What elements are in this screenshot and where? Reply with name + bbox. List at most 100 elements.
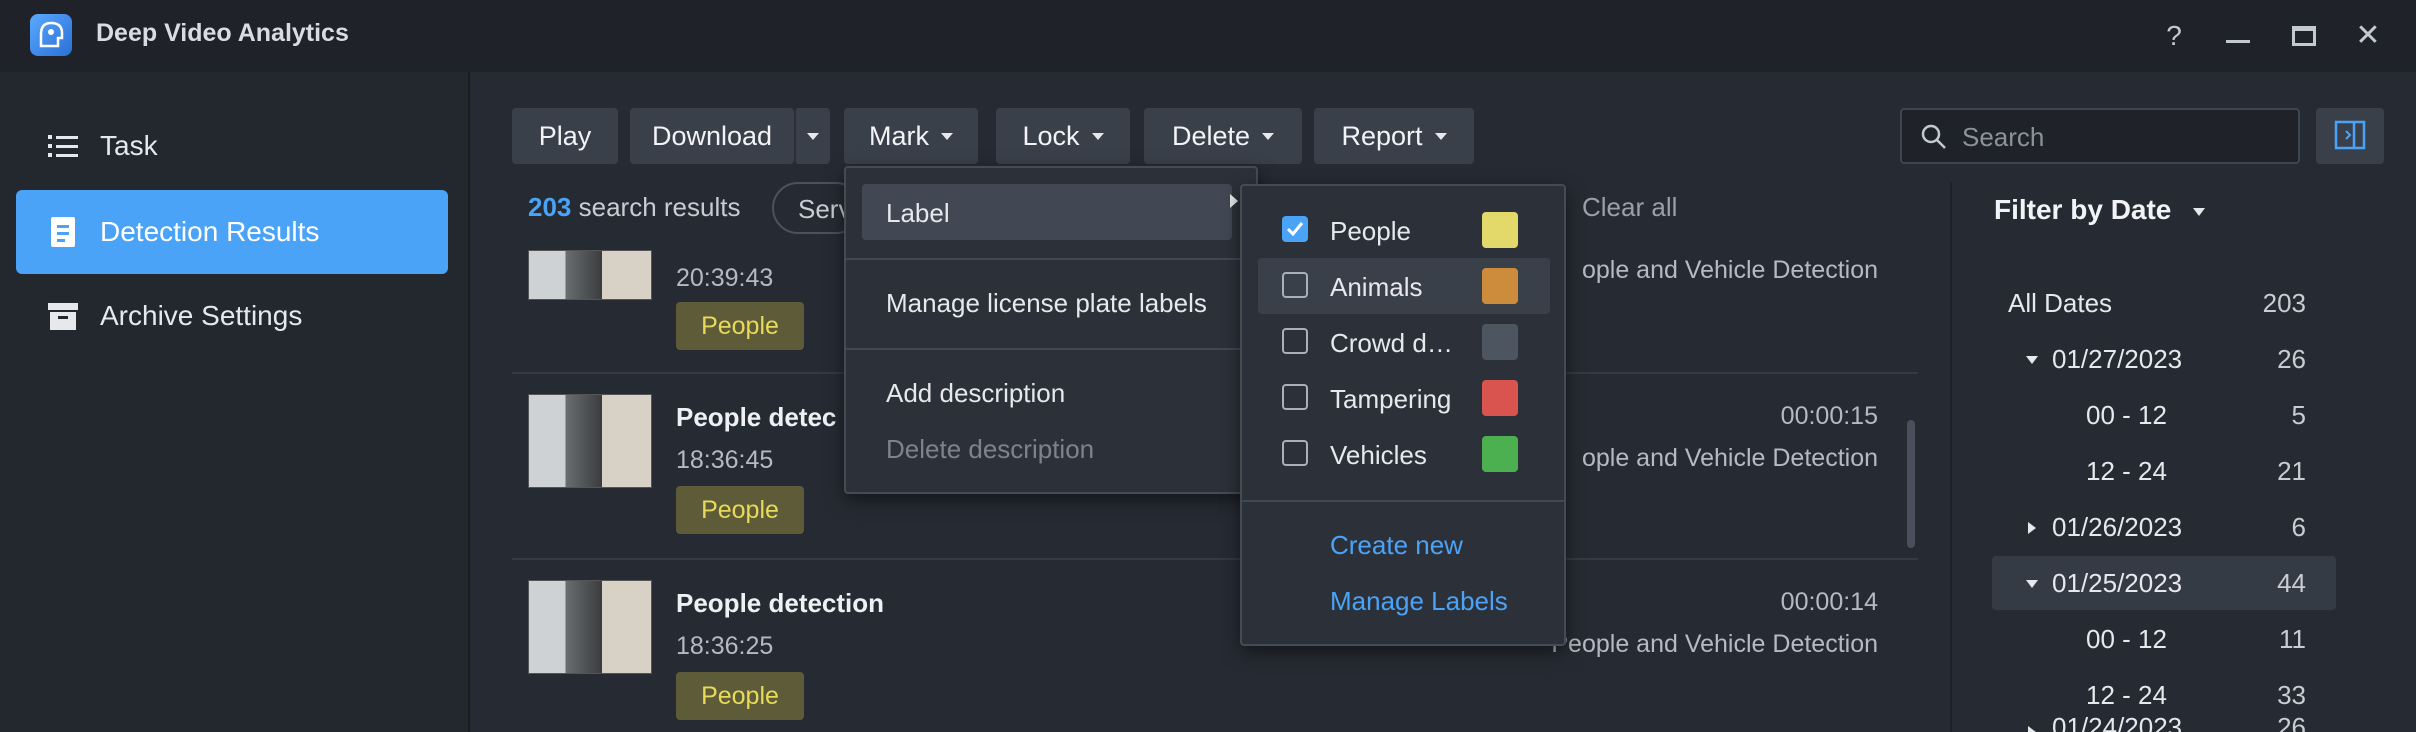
report-button[interactable]: Report — [1314, 108, 1474, 164]
list-item[interactable]: People detection 18:36:25 People 00:00:1… — [512, 560, 1918, 732]
date-label: 12 - 24 — [2086, 680, 2167, 710]
date-label: 00 - 12 — [2086, 624, 2167, 654]
label-color-swatch — [1482, 324, 1518, 360]
event-title: People detec — [676, 402, 837, 432]
label-tag: People — [676, 302, 804, 350]
minimize-icon[interactable] — [2216, 14, 2260, 58]
menu-item-delete-description: Delete description — [886, 434, 1095, 464]
video-thumbnail — [528, 394, 652, 488]
filter-title[interactable]: Filter by Date — [1994, 194, 2206, 226]
maximize-icon[interactable] — [2282, 14, 2326, 58]
menu-divider — [846, 348, 1256, 350]
date-row[interactable]: 01/24/2023 26 — [1992, 712, 2336, 732]
label-color-swatch — [1482, 436, 1518, 472]
list-icon — [46, 129, 80, 163]
search-icon — [1920, 123, 1948, 156]
delete-button[interactable]: Delete — [1144, 108, 1302, 164]
event-time: 20:39:43 — [676, 264, 774, 292]
results-count: 203 search results — [528, 192, 740, 223]
event-time: 18:36:45 — [676, 446, 774, 474]
chevron-down-icon — [1434, 132, 1447, 140]
clear-all-link[interactable]: Clear all — [1582, 192, 1677, 223]
checkbox-animals[interactable] — [1282, 272, 1308, 298]
event-time: 18:36:25 — [676, 632, 774, 660]
chevron-right-icon — [1230, 194, 1238, 208]
label-name: Vehicles — [1330, 440, 1427, 470]
date-row-selected[interactable]: 01/25/2023 44 — [1992, 556, 2336, 610]
label-name: Animals — [1330, 272, 1423, 302]
label-name: Tampering — [1330, 384, 1452, 414]
archive-icon — [46, 299, 80, 333]
checkbox-people[interactable] — [1282, 216, 1308, 242]
sidebar-item-task[interactable]: Task — [16, 104, 448, 188]
date-count: 6 — [2291, 512, 2306, 542]
sidebar-item-label: Archive Settings — [100, 300, 303, 331]
date-label: 01/27/2023 — [2052, 344, 2183, 374]
label-tag: People — [676, 672, 804, 720]
check-icon — [1286, 222, 1304, 237]
sidebar-item-archive-settings[interactable]: Archive Settings — [16, 274, 448, 358]
results-count-label: search results — [578, 192, 741, 222]
video-thumbnail — [528, 580, 652, 674]
menu-item-label[interactable]: Label — [886, 198, 950, 229]
date-row[interactable]: 01/27/2023 26 — [1992, 332, 2336, 386]
download-button[interactable]: Download — [630, 108, 794, 164]
expand-icon[interactable] — [2026, 580, 2038, 588]
date-count: 26 — [2277, 344, 2306, 374]
panel-toggle-button[interactable] — [2316, 108, 2384, 164]
checkbox-crowd[interactable] — [1282, 328, 1308, 354]
results-count-number: 203 — [528, 192, 572, 222]
label-name: Crowd d… — [1330, 328, 1453, 358]
download-dropdown-button[interactable] — [794, 108, 830, 164]
mark-button[interactable]: Mark — [844, 108, 978, 164]
expand-icon[interactable] — [2026, 356, 2038, 364]
close-icon[interactable]: ✕ — [2346, 14, 2390, 58]
help-icon[interactable]: ? — [2152, 14, 2196, 58]
date-label: 01/26/2023 — [2052, 512, 2183, 542]
search-input[interactable] — [1962, 120, 2282, 154]
expand-icon[interactable] — [2028, 522, 2036, 534]
document-icon — [46, 215, 80, 249]
chevron-down-icon — [1262, 132, 1275, 140]
date-row[interactable]: 00 - 12 11 — [1992, 612, 2336, 666]
sidebar-item-detection-results[interactable]: Detection Results — [16, 190, 448, 274]
label-color-swatch — [1482, 212, 1518, 248]
menu-divider — [1242, 500, 1564, 502]
task-name: ople and Vehicle Detection — [1581, 256, 1878, 284]
checkbox-tampering[interactable] — [1282, 384, 1308, 410]
menu-item-add-description[interactable]: Add description — [886, 378, 1065, 409]
menu-item-manage-plates[interactable]: Manage license plate labels — [886, 288, 1207, 319]
event-title: People detection — [676, 588, 885, 618]
search-box[interactable] — [1900, 108, 2300, 164]
date-row-all[interactable]: All Dates 203 — [1992, 276, 2336, 330]
results-scrollbar[interactable] — [1907, 420, 1915, 548]
chevron-down-icon — [2193, 207, 2206, 216]
lock-button[interactable]: Lock — [996, 108, 1130, 164]
app-title: Deep Video Analytics — [96, 19, 349, 47]
task-name: ople and Vehicle Detection — [1581, 444, 1878, 472]
date-row[interactable]: 12 - 24 21 — [1992, 444, 2336, 498]
event-duration: 00:00:15 — [1780, 402, 1878, 430]
chevron-down-icon — [941, 132, 953, 140]
report-button-label: Report — [1341, 120, 1423, 151]
date-row[interactable]: 00 - 12 5 — [1992, 388, 2336, 442]
delete-button-label: Delete — [1171, 120, 1251, 151]
date-count: 26 — [2277, 712, 2306, 732]
sidebar-item-label: Detection Results — [100, 216, 320, 247]
date-count: 203 — [2262, 288, 2306, 318]
expand-icon[interactable] — [2028, 726, 2036, 732]
side-panel-icon — [2334, 120, 2366, 150]
lock-button-label: Lock — [1022, 120, 1080, 151]
play-button[interactable]: Play — [512, 108, 618, 164]
date-label: 01/24/2023 — [2052, 712, 2183, 732]
menu-divider — [846, 258, 1256, 260]
checkbox-vehicles[interactable] — [1282, 440, 1308, 466]
video-thumbnail — [528, 250, 652, 300]
date-count: 21 — [2277, 456, 2306, 486]
manage-labels-link[interactable]: Manage Labels — [1330, 586, 1508, 617]
date-label: 12 - 24 — [2086, 456, 2167, 486]
date-row[interactable]: 01/26/2023 6 — [1992, 500, 2336, 554]
create-new-label-link[interactable]: Create new — [1330, 530, 1463, 561]
date-label: 01/25/2023 — [2052, 568, 2183, 598]
date-count: 33 — [2277, 680, 2306, 710]
